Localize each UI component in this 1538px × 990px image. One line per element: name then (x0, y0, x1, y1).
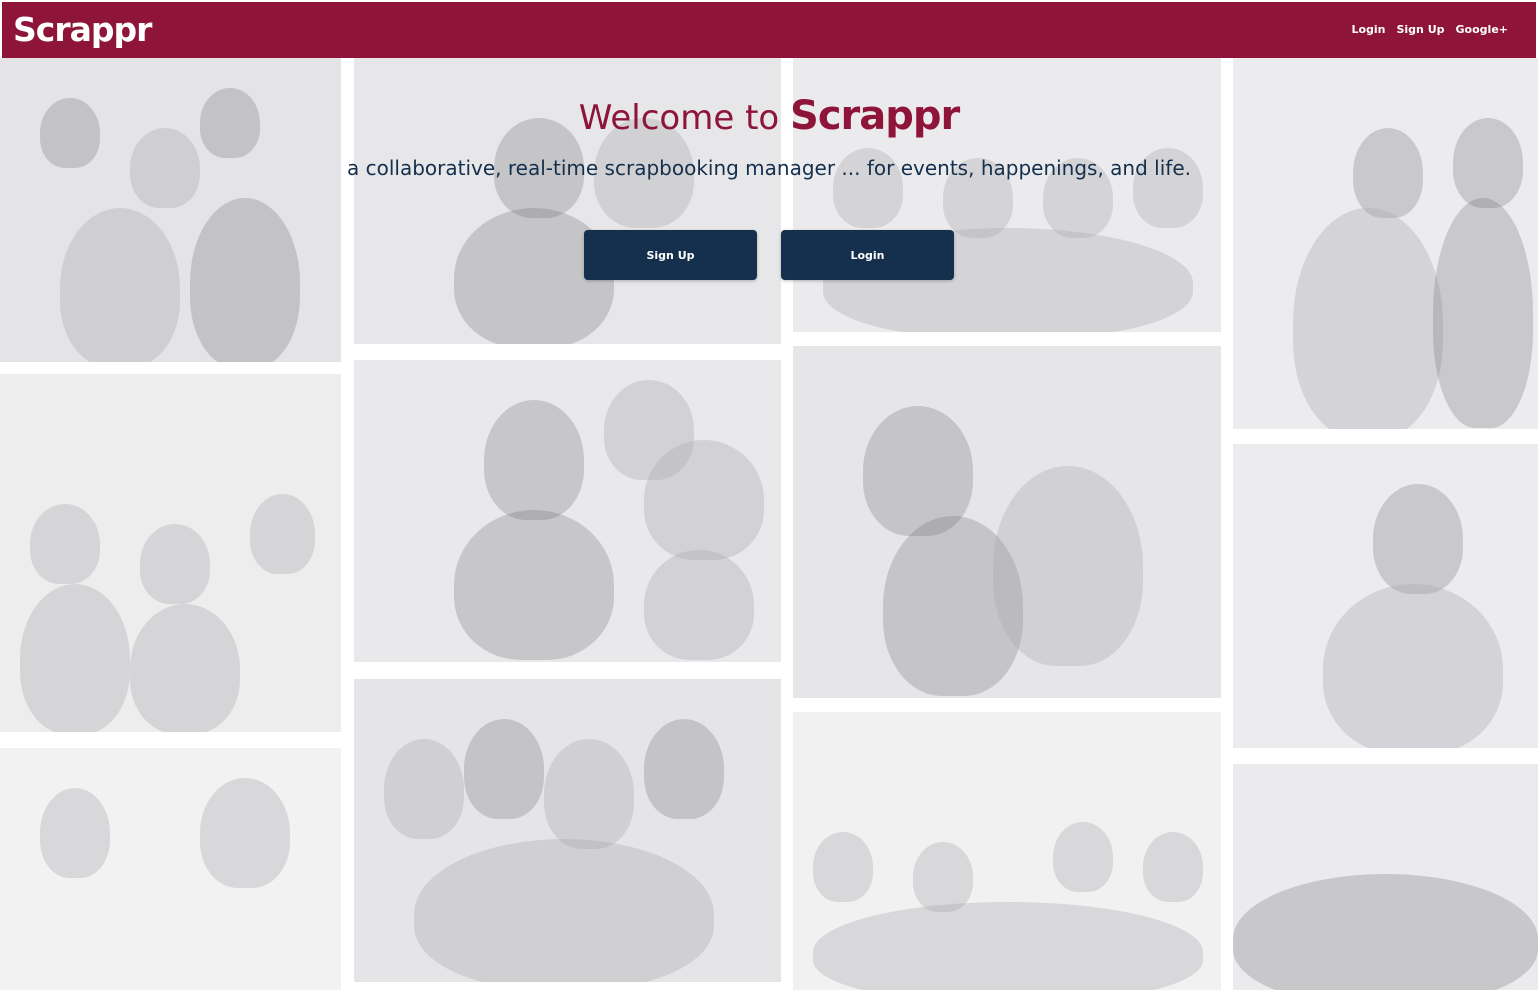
collage-photo-retirement-party (354, 360, 781, 662)
hero-title-brand: Scrappr (790, 93, 960, 139)
nav-links: Login Sign Up Google+ (1351, 22, 1508, 38)
collage-photo-office-party (0, 374, 341, 732)
hero-title-prefix: Welcome to (578, 98, 791, 138)
hero-title: Welcome to Scrappr (0, 90, 1538, 144)
nav-googleplus-link[interactable]: Google+ (1456, 22, 1508, 38)
brand-logo[interactable]: Scrappr (13, 10, 152, 50)
collage-photo-wedding-dance (793, 346, 1221, 698)
collage-photo-crowd-rally (1233, 764, 1538, 990)
collage-photo-women-portrait (0, 748, 341, 990)
nav-signup-link[interactable]: Sign Up (1396, 22, 1444, 38)
hero-subtitle: a collaborative, real-time scrapbooking … (347, 156, 1191, 180)
login-button[interactable]: Login (781, 230, 954, 280)
collage-photo-friends-group (354, 679, 781, 982)
collage-photo-woman-gift (1233, 444, 1538, 748)
top-navbar: Scrappr Login Sign Up Google+ (2, 2, 1536, 58)
nav-login-link[interactable]: Login (1351, 22, 1385, 38)
signup-button[interactable]: Sign Up (584, 230, 757, 280)
collage-photo-office-celebration (793, 712, 1221, 990)
photo-collage-background (0, 58, 1538, 990)
